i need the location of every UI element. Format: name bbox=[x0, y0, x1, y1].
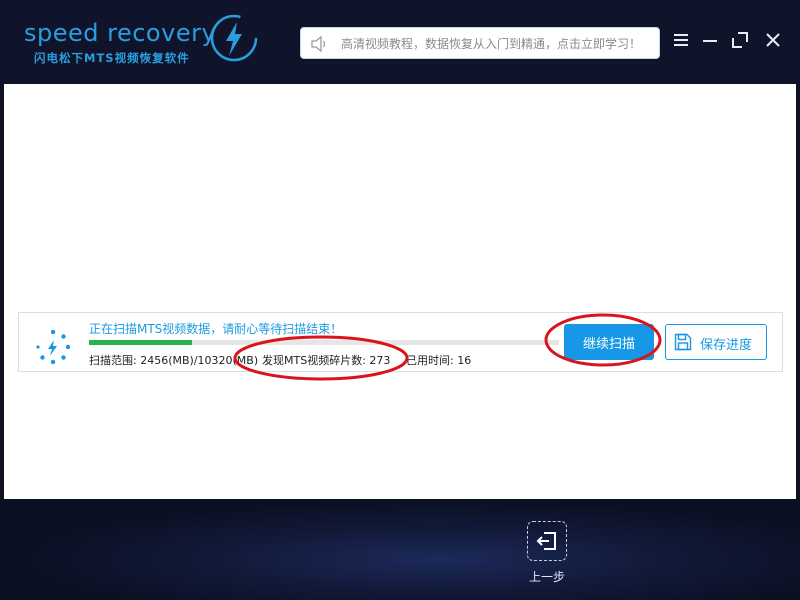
back-button[interactable] bbox=[527, 521, 567, 561]
footer-background bbox=[0, 499, 800, 600]
minimize-button[interactable] bbox=[698, 28, 722, 52]
maximize-button[interactable] bbox=[728, 28, 752, 52]
tutorial-notice-bar[interactable]: 高清视频教程，数据恢复从入门到精通，点击立即学习！ bbox=[300, 27, 660, 59]
floppy-disk-icon bbox=[674, 333, 692, 351]
menu-button[interactable] bbox=[669, 28, 693, 52]
exit-arrow-icon bbox=[536, 532, 556, 550]
scan-range-text: 扫描范围: 2456(MB)/10320(MB) bbox=[89, 354, 259, 367]
scanning-spinner-icon bbox=[36, 329, 71, 365]
fragments-found-text: 发现MTS视频碎片数: 273 bbox=[260, 352, 393, 368]
scan-progress-bar bbox=[89, 340, 559, 345]
elapsed-time-text: 已用时间: 16 bbox=[405, 352, 472, 368]
scan-status-text: 正在扫描MTS视频数据，请耐心等待扫描结束！ bbox=[89, 322, 343, 336]
hamburger-icon bbox=[674, 34, 688, 46]
continue-scan-button[interactable]: 继续扫描 bbox=[564, 324, 654, 360]
logo-subtitle: 闪电松下MTS视频恢复软件 bbox=[34, 51, 190, 65]
main-panel bbox=[4, 84, 796, 499]
logo-text: speed recovery bbox=[24, 19, 217, 47]
save-progress-label: 保存进度 bbox=[700, 338, 753, 353]
maximize-icon bbox=[732, 32, 748, 48]
close-button[interactable] bbox=[761, 28, 785, 52]
title-bar: speed recovery 闪电松下MTS视频恢复软件 高清视频教程，数据恢复… bbox=[0, 0, 800, 84]
scan-progress-card: 正在扫描MTS视频数据，请耐心等待扫描结束！ 扫描范围: 2456(MB)/10… bbox=[18, 312, 783, 372]
close-icon bbox=[766, 33, 780, 47]
speaker-icon bbox=[311, 35, 326, 53]
back-label: 上一步 bbox=[529, 570, 566, 584]
lightning-logo-icon bbox=[210, 14, 258, 62]
minimize-icon bbox=[703, 40, 717, 42]
scan-progress-fill bbox=[89, 340, 193, 345]
save-progress-button[interactable]: 保存进度 bbox=[665, 324, 767, 360]
notice-text: 高清视频教程，数据恢复从入门到精通，点击立即学习！ bbox=[341, 37, 642, 51]
